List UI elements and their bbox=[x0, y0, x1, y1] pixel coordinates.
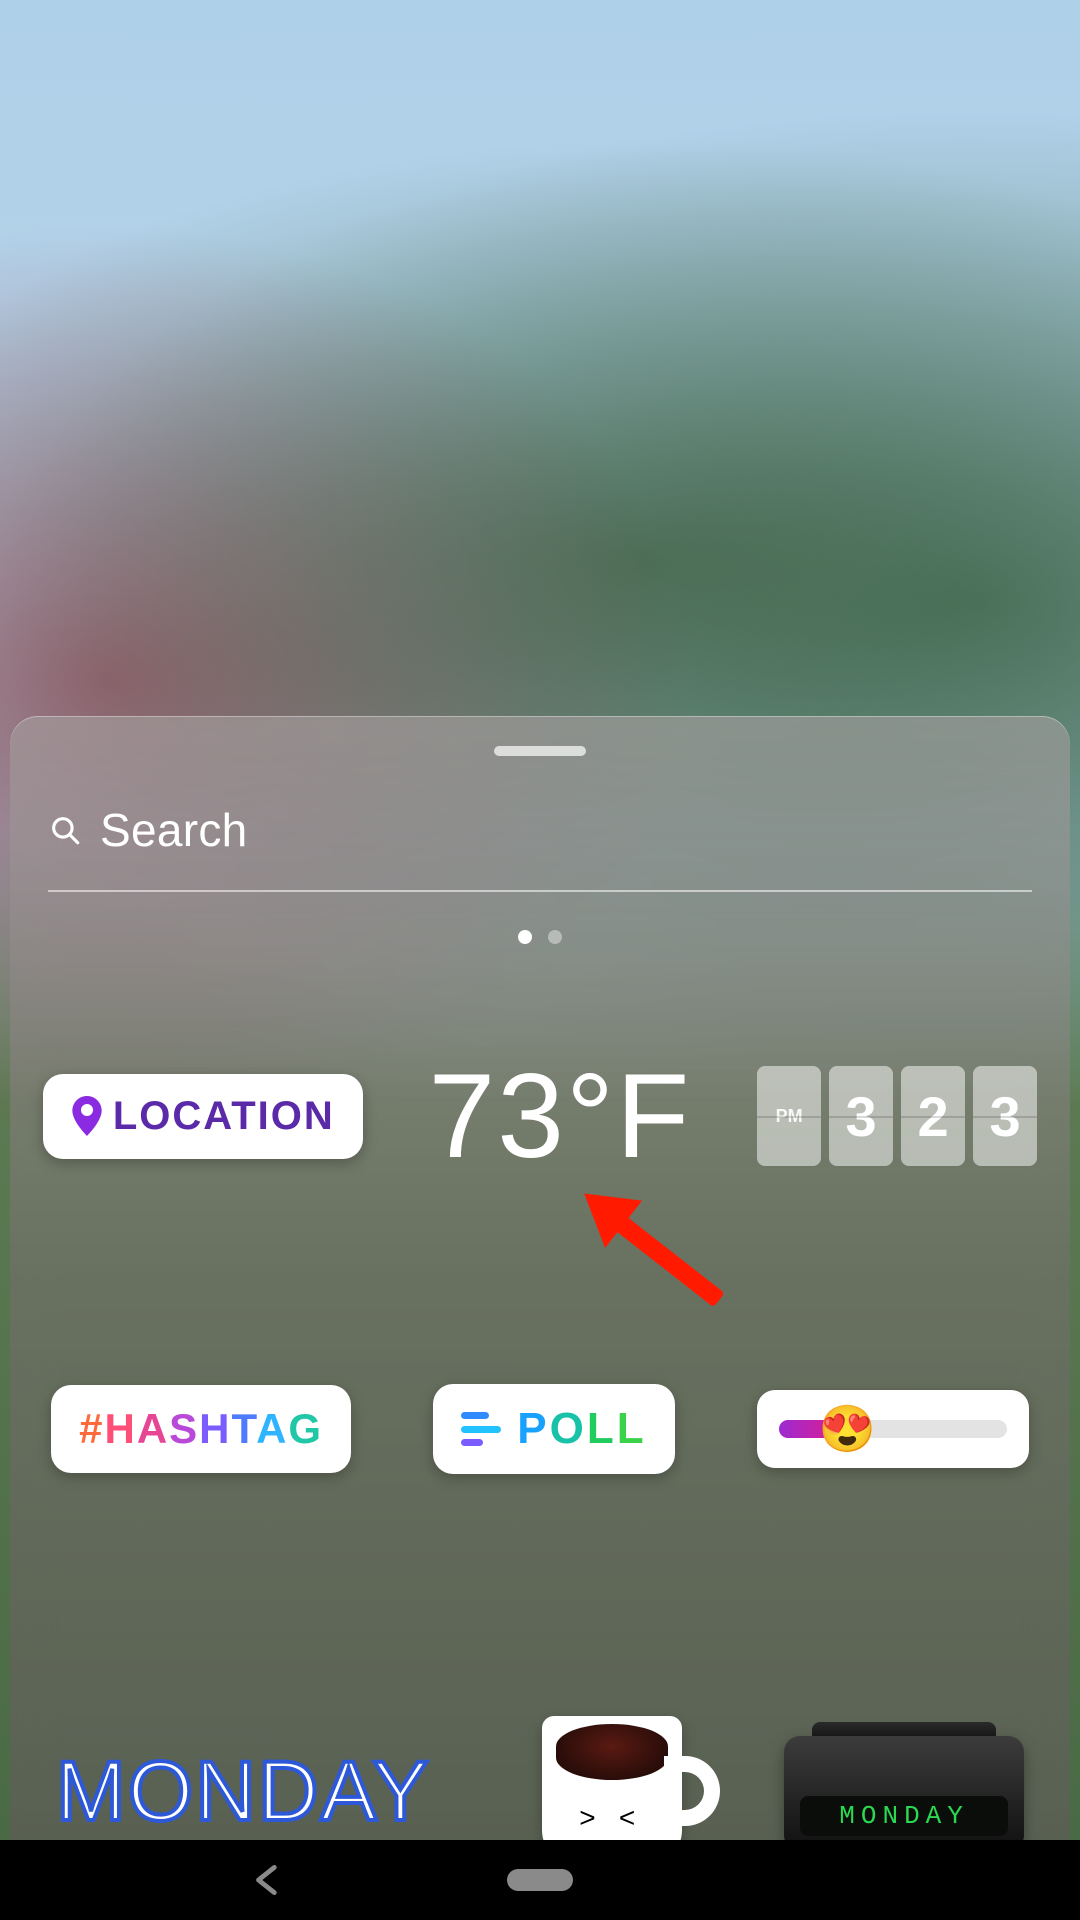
sticker-pager[interactable] bbox=[518, 930, 562, 944]
temperature-sticker[interactable]: 73°F bbox=[429, 1056, 692, 1176]
search-placeholder: Search bbox=[100, 803, 248, 857]
boombox-handle bbox=[812, 1722, 996, 1736]
search-divider bbox=[48, 890, 1032, 892]
hashtag-label: #HASHTAG bbox=[79, 1405, 323, 1453]
pager-dot-active[interactable] bbox=[518, 930, 532, 944]
boombox-led-panel: MONDAY bbox=[800, 1796, 1008, 1836]
nav-home-button[interactable] bbox=[507, 1869, 573, 1891]
clock-card-m2: 3 bbox=[973, 1066, 1037, 1166]
clock-card-period: PM bbox=[757, 1066, 821, 1166]
location-sticker-label: LOCATION bbox=[113, 1094, 335, 1139]
clock-sticker[interactable]: PM 3 2 3 bbox=[757, 1066, 1037, 1166]
sticker-search[interactable]: Search bbox=[48, 786, 1032, 874]
hashtag-sticker[interactable]: #HASHTAG bbox=[51, 1385, 351, 1473]
emoji-slider-track: 😍 bbox=[779, 1420, 1007, 1438]
nav-spacer bbox=[793, 1861, 831, 1899]
boombox-led-text: MONDAY bbox=[839, 1801, 969, 1831]
poll-sticker[interactable]: POLL bbox=[433, 1384, 674, 1474]
clock-card-hour: 3 bbox=[829, 1066, 893, 1166]
day-text-label: MONDAY bbox=[56, 1744, 430, 1838]
mug-coffee bbox=[556, 1724, 668, 1780]
clock-card-m1: 2 bbox=[901, 1066, 965, 1166]
boombox-sticker[interactable]: MONDAY bbox=[784, 1736, 1024, 1840]
mug-face-icon: > < bbox=[522, 1802, 692, 1834]
sticker-row-2: #HASHTAG POLL 😍 bbox=[10, 1384, 1070, 1474]
coffee-mug-sticker[interactable]: > < bbox=[522, 1716, 692, 1840]
sticker-row-3: MONDAY > < MONDAY bbox=[10, 1716, 1070, 1840]
sticker-drawer[interactable]: Search LOCATION 73°F PM bbox=[10, 716, 1070, 1840]
emoji-slider-sticker[interactable]: 😍 bbox=[757, 1390, 1029, 1468]
search-icon bbox=[48, 813, 82, 847]
nav-back-button[interactable] bbox=[249, 1861, 287, 1899]
drawer-grabber[interactable] bbox=[494, 746, 586, 756]
pager-dot-inactive[interactable] bbox=[548, 930, 562, 944]
story-sticker-picker-screen: Search LOCATION 73°F PM bbox=[0, 0, 1080, 1920]
day-text-sticker[interactable]: MONDAY bbox=[56, 1743, 430, 1840]
android-navigation-bar bbox=[0, 1840, 1080, 1920]
temperature-value: 73°F bbox=[429, 1049, 692, 1183]
poll-label: POLL bbox=[517, 1404, 646, 1454]
sticker-row-1: LOCATION 73°F PM 3 2 3 bbox=[10, 1056, 1070, 1176]
emoji-slider-knob[interactable]: 😍 bbox=[819, 1402, 876, 1457]
location-sticker[interactable]: LOCATION bbox=[43, 1074, 363, 1159]
location-pin-icon bbox=[71, 1096, 103, 1136]
poll-bars-icon bbox=[461, 1412, 501, 1446]
